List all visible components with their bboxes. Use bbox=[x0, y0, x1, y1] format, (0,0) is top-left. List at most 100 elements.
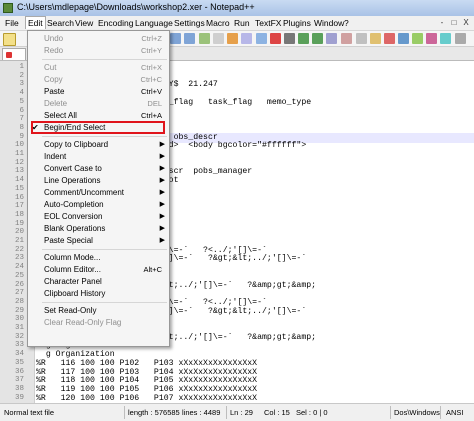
submenu-arrow-icon: ▶ bbox=[159, 225, 165, 232]
menu-item-column-editor[interactable]: Column Editor... Alt+C bbox=[28, 264, 169, 276]
status-eol: Dos\Windows bbox=[394, 408, 440, 417]
menu-item-label: Copy bbox=[44, 75, 63, 84]
submenu-arrow-icon: ▶ bbox=[159, 165, 165, 172]
status-lines: lines : 4489 bbox=[182, 408, 221, 417]
menu-plugins[interactable]: Plugins bbox=[281, 17, 313, 29]
line-number: 8 bbox=[19, 123, 24, 132]
line-number: 25 bbox=[14, 271, 24, 280]
compare-icon[interactable] bbox=[398, 33, 409, 44]
close-icon[interactable]: X bbox=[461, 18, 471, 28]
menu-item-eol-conversion[interactable]: EOL Conversion ▶ bbox=[28, 211, 169, 223]
menu-item-label: Blank Operations bbox=[44, 224, 106, 233]
play-multiple-icon[interactable] bbox=[312, 33, 323, 44]
menu-item-line-operations[interactable]: Line Operations ▶ bbox=[28, 175, 169, 187]
menu-language[interactable]: Language bbox=[133, 17, 175, 29]
line-number: 5 bbox=[19, 97, 24, 106]
menu-item-clipboard-history[interactable]: Clipboard History bbox=[28, 288, 169, 300]
menu-item-character-panel[interactable]: Character Panel bbox=[28, 276, 169, 288]
menu-textfx[interactable]: TextFX bbox=[253, 17, 283, 29]
more-tools-icon[interactable] bbox=[455, 33, 466, 44]
new-file-icon[interactable] bbox=[3, 33, 16, 46]
line-number: 35 bbox=[14, 358, 24, 367]
menu-item-shortcut: Ctrl+A bbox=[140, 111, 162, 120]
indent-guide-icon[interactable] bbox=[241, 33, 252, 44]
line-number: 16 bbox=[14, 193, 24, 202]
line-number: 4 bbox=[19, 89, 24, 98]
menu-search[interactable]: Search bbox=[45, 17, 76, 29]
code-line[interactable]: %R 117 100 100 P103 P104 xXxXxXxXxXxXxXx… bbox=[36, 368, 257, 377]
menu-item-shortcut: Ctrl+Z bbox=[141, 34, 162, 43]
status-separator bbox=[440, 406, 441, 419]
menu-item-shortcut: Alt+C bbox=[143, 265, 162, 274]
notepad-plus-plus-icon bbox=[3, 3, 13, 13]
menu-item-indent[interactable]: Indent ▶ bbox=[28, 151, 169, 163]
line-number: 19 bbox=[14, 219, 24, 228]
stop-macro-icon[interactable] bbox=[284, 33, 295, 44]
menu-encoding[interactable]: Encoding bbox=[96, 17, 135, 29]
menu-item-paste[interactable]: Paste Ctrl+V bbox=[28, 86, 169, 98]
menu-item-convert-case-to[interactable]: Convert Case to ▶ bbox=[28, 163, 169, 175]
abc-icon[interactable] bbox=[384, 33, 395, 44]
plugin-icon[interactable] bbox=[412, 33, 423, 44]
menu-item-paste-special[interactable]: Paste Special ▶ bbox=[28, 235, 169, 247]
save-macro-icon[interactable] bbox=[326, 33, 337, 44]
edit-menu-dropdown: Undo Ctrl+Z Redo Ctrl+Y Cut Ctrl+X Copy Ctrl+C P… bbox=[27, 30, 170, 347]
line-number: 36 bbox=[14, 367, 24, 376]
menu-item-label: Cut bbox=[44, 63, 57, 72]
code-line[interactable]: g Organization bbox=[36, 350, 115, 359]
menu-view[interactable]: View bbox=[73, 17, 95, 29]
menu-item-copy-to-clipboard[interactable]: Copy to Clipboard ▶ bbox=[28, 139, 169, 151]
line-number: 10 bbox=[14, 141, 24, 150]
tab-workshop2[interactable] bbox=[2, 48, 26, 60]
menu-edit[interactable]: Edit bbox=[25, 16, 46, 29]
doc-map-icon[interactable] bbox=[256, 33, 267, 44]
line-number: 7 bbox=[19, 115, 24, 124]
submenu-arrow-icon: ▶ bbox=[159, 177, 165, 184]
menu-item-blank-operations[interactable]: Blank Operations ▶ bbox=[28, 223, 169, 235]
line-number: 1 bbox=[19, 63, 24, 71]
word-wrap-icon[interactable] bbox=[213, 33, 224, 44]
line-number: 39 bbox=[14, 393, 24, 402]
menu-file[interactable]: File bbox=[3, 17, 21, 29]
sync-scroll-icon[interactable] bbox=[199, 33, 210, 44]
code-line[interactable]: %R 118 100 100 P104 P105 xXxXxXxXxXxXxXx… bbox=[36, 376, 257, 385]
line-number: 13 bbox=[14, 167, 24, 176]
code-line[interactable]: %R 116 100 100 P102 P103 xXxXxXxXxXxXxXx… bbox=[36, 359, 257, 368]
menu-bar: File Edit Search View Encoding Language … bbox=[0, 16, 474, 31]
zoom-in-icon[interactable] bbox=[170, 33, 181, 44]
code-line[interactable]: %R 120 100 100 P106 P107 xXxXxXxXxXxXxXx… bbox=[36, 394, 257, 403]
menu-item-undo: Undo Ctrl+Z bbox=[28, 33, 169, 45]
spellcheck-icon[interactable] bbox=[341, 33, 352, 44]
zoom-out-icon[interactable] bbox=[184, 33, 195, 44]
line-number: 17 bbox=[14, 202, 24, 211]
menu-item-set-read-only[interactable]: Set Read-Only bbox=[28, 305, 169, 317]
restore-icon[interactable]: □ bbox=[449, 18, 459, 28]
code-line[interactable]: %R 119 100 100 P105 P106 xXxXxXxXxXxXxXx… bbox=[36, 385, 257, 394]
status-separator bbox=[226, 406, 227, 419]
menu-item-column-mode[interactable]: Column Mode... bbox=[28, 252, 169, 264]
folder-workspace-icon[interactable] bbox=[370, 33, 381, 44]
replace-icon[interactable] bbox=[440, 33, 451, 44]
line-number: 26 bbox=[14, 280, 24, 289]
play-macro-icon[interactable] bbox=[298, 33, 309, 44]
menu-run[interactable]: Run bbox=[232, 17, 252, 29]
minimize-icon[interactable]: - bbox=[437, 18, 447, 28]
status-ln: Ln : 29 bbox=[230, 408, 253, 417]
line-number: 20 bbox=[14, 228, 24, 237]
abc-spell-icon[interactable] bbox=[426, 33, 437, 44]
line-number: 38 bbox=[14, 384, 24, 393]
function-list-icon[interactable] bbox=[356, 33, 367, 44]
menu-settings[interactable]: Settings bbox=[172, 17, 207, 29]
line-number: 6 bbox=[19, 106, 24, 115]
menu-help[interactable]: ? bbox=[342, 17, 351, 29]
record-macro-icon[interactable] bbox=[270, 33, 281, 44]
menu-item-comment-uncomment[interactable]: Comment/Uncomment ▶ bbox=[28, 187, 169, 199]
menu-separator bbox=[42, 59, 167, 60]
menu-item-auto-completion[interactable]: Auto-Completion ▶ bbox=[28, 199, 169, 211]
menu-macro[interactable]: Macro bbox=[204, 17, 232, 29]
line-number: 2 bbox=[19, 71, 24, 80]
menu-item-copy: Copy Ctrl+C bbox=[28, 74, 169, 86]
show-all-chars-icon[interactable] bbox=[227, 33, 238, 44]
line-number: 15 bbox=[14, 184, 24, 193]
menu-item-label: Copy to Clipboard bbox=[44, 140, 109, 149]
